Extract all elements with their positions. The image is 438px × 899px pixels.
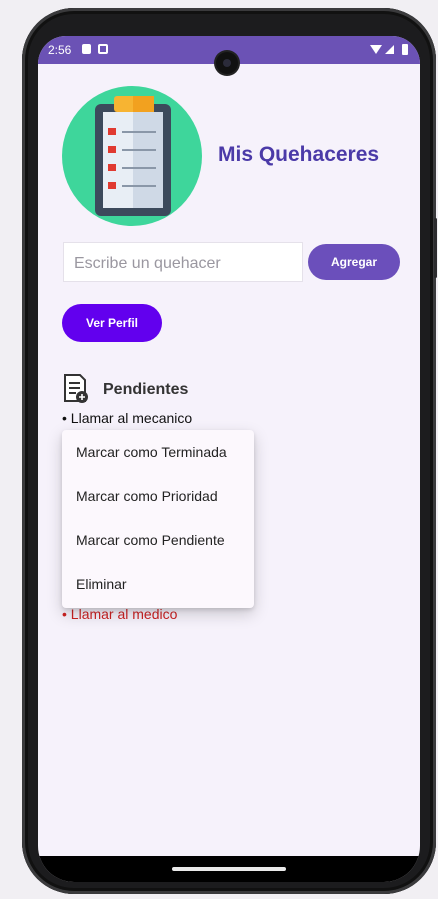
power-button <box>434 218 437 278</box>
home-gesture-handle[interactable] <box>172 867 286 871</box>
menu-item-mark-done[interactable]: Marcar como Terminada <box>62 430 254 474</box>
add-button[interactable]: Agregar <box>308 244 400 280</box>
app-title: Mis Quehaceres <box>218 143 380 166</box>
menu-item-mark-priority[interactable]: Marcar como Prioridad <box>62 474 254 518</box>
wifi-icon <box>370 45 382 54</box>
app-logo <box>62 86 202 226</box>
navigation-bar <box>38 856 420 882</box>
signal-icon <box>385 45 394 54</box>
menu-item-mark-pending[interactable]: Marcar como Pendiente <box>62 518 254 562</box>
clipboard-icon <box>95 96 171 216</box>
task-input[interactable]: Escribe un quehacer <box>63 242 303 282</box>
status-time: 2:56 <box>48 43 72 57</box>
battery-icon <box>402 44 408 55</box>
context-menu: Marcar como Terminada Marcar como Priori… <box>62 430 254 608</box>
app-screen: 2:56 Mis Quehaceres Escribe un quehacer … <box>38 36 420 882</box>
phone-frame: 2:56 Mis Quehaceres Escribe un quehacer … <box>22 8 437 894</box>
document-icon <box>64 374 88 403</box>
view-profile-button[interactable]: Ver Perfil <box>62 304 162 342</box>
menu-item-delete[interactable]: Eliminar <box>62 562 254 606</box>
task-item-priority[interactable]: • Llamar al medico <box>62 606 177 622</box>
pending-section-title: Pendientes <box>103 381 189 398</box>
notification-icon <box>98 44 108 54</box>
task-item[interactable]: • Llamar al mecanico <box>62 410 192 426</box>
sd-card-icon <box>82 44 91 54</box>
front-camera <box>216 52 238 74</box>
